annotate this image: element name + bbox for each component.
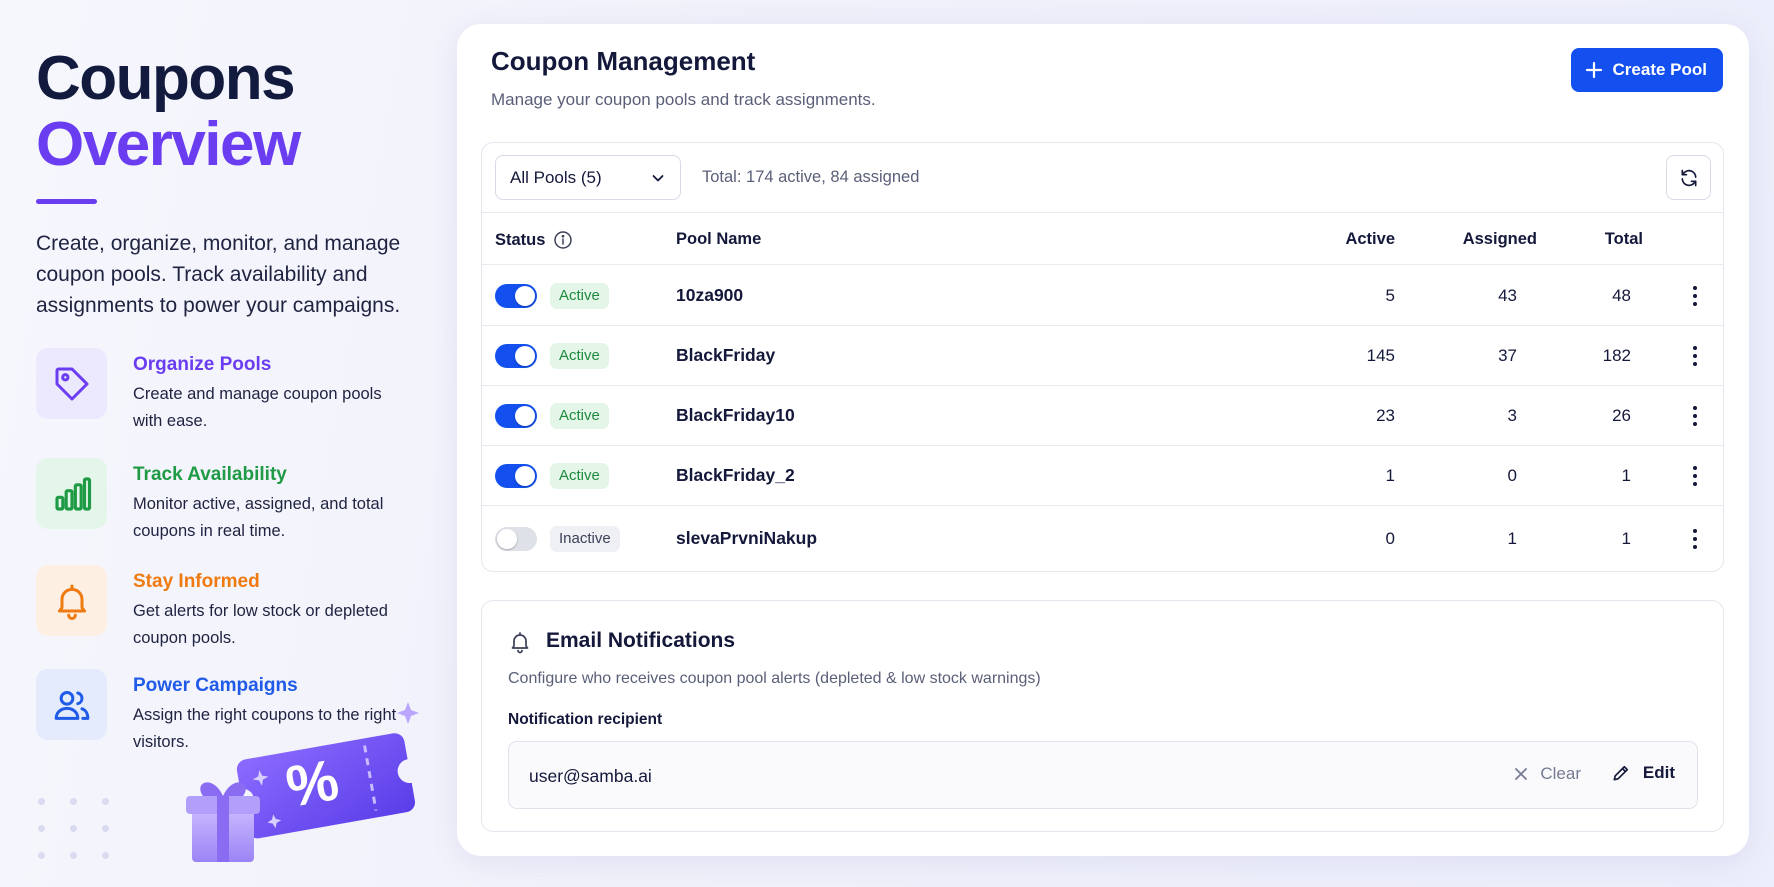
refresh-icon	[1681, 169, 1696, 186]
assigned-count: 3	[1507, 406, 1517, 425]
status-toggle[interactable]	[495, 284, 537, 308]
pool-name: BlackFriday_2	[676, 465, 795, 485]
feature-title: Track Availability	[133, 464, 287, 485]
status-badge: Active	[550, 343, 609, 369]
total-count: 1	[1621, 529, 1631, 548]
pool-filter-value: All Pools (5)	[510, 167, 602, 187]
info-icon[interactable]	[553, 230, 573, 250]
feature-title: Organize Pools	[133, 354, 272, 375]
bell-icon	[511, 632, 529, 654]
page-title: Coupon Management	[491, 46, 756, 76]
decorative-dots	[38, 798, 109, 859]
hero-description: Create, organize, monitor, and manage co…	[36, 232, 401, 317]
notification-recipient-label: Notification recipient	[508, 711, 663, 728]
total-count: 1	[1621, 466, 1631, 485]
tag-icon	[36, 348, 107, 419]
column-header-status-label: Status	[495, 230, 546, 249]
table-row: Active BlackFriday_2 1 0 1	[482, 446, 1723, 506]
plus-icon	[1585, 61, 1602, 79]
email-notifications-subtitle: Configure who receives coupon pool alert…	[508, 670, 1041, 687]
email-notifications-section: Email Notifications Configure who receiv…	[481, 600, 1724, 832]
pencil-icon	[1613, 765, 1628, 781]
feature-description: Monitor active, assigned, and total coup…	[133, 495, 384, 540]
assigned-count: 0	[1507, 466, 1517, 485]
feature-track-availability: Track Availability Monitor active, assig…	[36, 458, 436, 540]
create-pool-label: Create Pool	[1612, 60, 1707, 79]
feature-description: Get alerts for low stock or depleted cou…	[133, 602, 388, 647]
status-badge: Active	[550, 403, 609, 429]
active-count: 23	[1376, 406, 1395, 425]
assigned-count: 37	[1498, 346, 1517, 365]
active-count: 0	[1385, 529, 1395, 548]
notification-recipient-field[interactable]: user@samba.ai Clear Edit	[508, 741, 1698, 809]
page-subtitle: Manage your coupon pools and track assig…	[491, 90, 876, 109]
status-toggle[interactable]	[495, 464, 537, 488]
table-row: Active BlackFriday 145 37 182	[482, 326, 1723, 386]
clear-label: Clear	[1540, 764, 1581, 783]
row-menu-icon[interactable]	[1689, 402, 1701, 430]
feature-title: Stay Informed	[133, 571, 260, 592]
table-row: Active 10za900 5 43 48	[482, 266, 1723, 326]
column-header-active: Active	[1345, 230, 1395, 248]
active-count: 5	[1385, 286, 1395, 305]
column-header-total: Total	[1604, 230, 1643, 248]
pool-filter-select[interactable]: All Pools (5)	[495, 155, 681, 200]
feature-stay-informed: Stay Informed Get alerts for low stock o…	[36, 565, 436, 647]
active-count: 1	[1385, 466, 1395, 485]
overview-panel: Coupons Overview Create, organize, monit…	[0, 0, 455, 887]
row-menu-icon[interactable]	[1689, 342, 1701, 370]
hero-divider	[36, 199, 97, 204]
users-icon	[36, 669, 107, 740]
feature-organize-pools: Organize Pools Create and manage coupon …	[36, 348, 436, 430]
table-row: Inactive slevaPrvniNakup 0 1 1	[482, 506, 1723, 571]
table-header: Status Pool Name Active Assigned Total	[482, 213, 1723, 265]
pools-total-summary: Total: 174 active, 84 assigned	[702, 168, 920, 186]
total-count: 182	[1602, 346, 1631, 365]
edit-label: Edit	[1642, 763, 1675, 782]
row-menu-icon[interactable]	[1689, 462, 1701, 490]
chevron-down-icon	[652, 175, 664, 182]
status-toggle[interactable]	[495, 527, 537, 551]
email-notifications-title: Email Notifications	[546, 629, 736, 652]
assigned-count: 43	[1498, 286, 1517, 305]
pool-name: BlackFriday10	[676, 405, 795, 425]
total-count: 26	[1612, 406, 1631, 425]
coupon-illustration: %	[180, 690, 460, 880]
total-count: 48	[1612, 286, 1631, 305]
feature-description: Create and manage coupon pools with ease…	[133, 385, 382, 430]
status-toggle[interactable]	[495, 344, 537, 368]
pool-name: BlackFriday	[676, 345, 776, 365]
status-badge: Active	[550, 463, 609, 489]
coupon-management-card: Coupon Management Manage your coupon poo…	[457, 24, 1749, 856]
recipient-email: user@samba.ai	[529, 766, 652, 786]
bell-icon	[36, 565, 107, 636]
pools-toolbar: All Pools (5) Total: 174 active, 84 assi…	[482, 143, 1723, 213]
close-icon	[1515, 768, 1528, 780]
row-menu-icon[interactable]	[1689, 282, 1701, 310]
status-badge: Active	[550, 283, 609, 309]
column-header-status: Status	[495, 230, 573, 250]
pool-name: 10za900	[676, 285, 744, 305]
hero-title-line2: Overview	[36, 110, 301, 179]
active-count: 145	[1366, 346, 1395, 365]
bar-chart-icon	[36, 458, 107, 529]
row-menu-icon[interactable]	[1689, 525, 1701, 553]
table-row: Active BlackFriday10 23 3 26	[482, 386, 1723, 446]
create-pool-button[interactable]: Create Pool	[1570, 48, 1723, 92]
hero-title-line1: Coupons	[36, 44, 296, 113]
assigned-count: 1	[1507, 529, 1517, 548]
status-badge: Inactive	[550, 526, 620, 552]
pool-name: slevaPrvniNakup	[676, 528, 818, 548]
refresh-button[interactable]	[1666, 155, 1711, 200]
status-toggle[interactable]	[495, 404, 537, 428]
hero-title: Coupons Overview	[36, 44, 301, 179]
column-header-assigned: Assigned	[1462, 230, 1537, 248]
clear-button[interactable]: Clear	[1514, 764, 1581, 784]
column-header-pool-name: Pool Name	[676, 230, 762, 248]
pools-table: All Pools (5) Total: 174 active, 84 assi…	[481, 142, 1724, 572]
edit-button[interactable]: Edit	[1611, 763, 1675, 783]
